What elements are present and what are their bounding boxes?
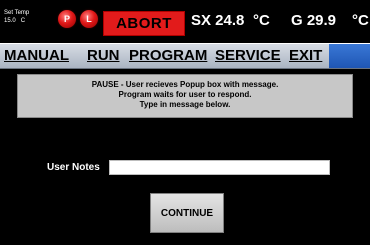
menu-manual[interactable]: MANUAL: [4, 47, 69, 67]
set-temp-value: 15.0: [4, 18, 16, 24]
status-bar: Set Temp 15.0 C P L ABORT SX 24.8 °C G 2…: [0, 0, 370, 41]
message-line-1: PAUSE - User recieves Popup box with mes…: [91, 80, 279, 89]
l-indicator-label: L: [86, 14, 92, 24]
menu-bar-accent: [329, 44, 370, 68]
menu-program[interactable]: PROGRAM: [129, 47, 207, 67]
message-line-3: Type in message below.: [139, 100, 231, 109]
p-indicator-label: P: [63, 14, 70, 24]
sx-unit: °C: [253, 12, 270, 29]
set-temp-value-row: 15.0 C: [4, 17, 29, 25]
l-indicator-led: L: [80, 10, 98, 28]
set-temp-unit: C: [20, 18, 26, 24]
set-temp-label: Set Temp: [4, 10, 30, 16]
g-unit: °C: [352, 12, 369, 29]
menu-service[interactable]: SERVICE: [215, 47, 281, 67]
p-indicator-led: P: [58, 10, 76, 28]
message-line-2: Program waits for user to respond.: [118, 90, 252, 99]
menu-exit[interactable]: EXIT: [289, 47, 322, 67]
menu-bar: MANUAL RUN PROGRAM SERVICE EXIT: [0, 43, 370, 69]
abort-button[interactable]: ABORT: [103, 11, 185, 36]
user-notes-input[interactable]: [109, 160, 330, 175]
user-notes-label: User Notes: [47, 162, 100, 173]
g-temperature: G 29.9: [291, 12, 337, 29]
hmi-screen: Set Temp 15.0 C P L ABORT SX 24.8 °C G 2…: [0, 0, 370, 245]
menu-run[interactable]: RUN: [87, 47, 120, 67]
popup-message-box: PAUSE - User recieves Popup box with mes…: [17, 74, 353, 118]
set-temp-readout: Set Temp 15.0 C: [4, 9, 29, 25]
continue-button[interactable]: CONTINUE: [150, 193, 224, 233]
sx-temperature: SX 24.8: [191, 12, 245, 29]
